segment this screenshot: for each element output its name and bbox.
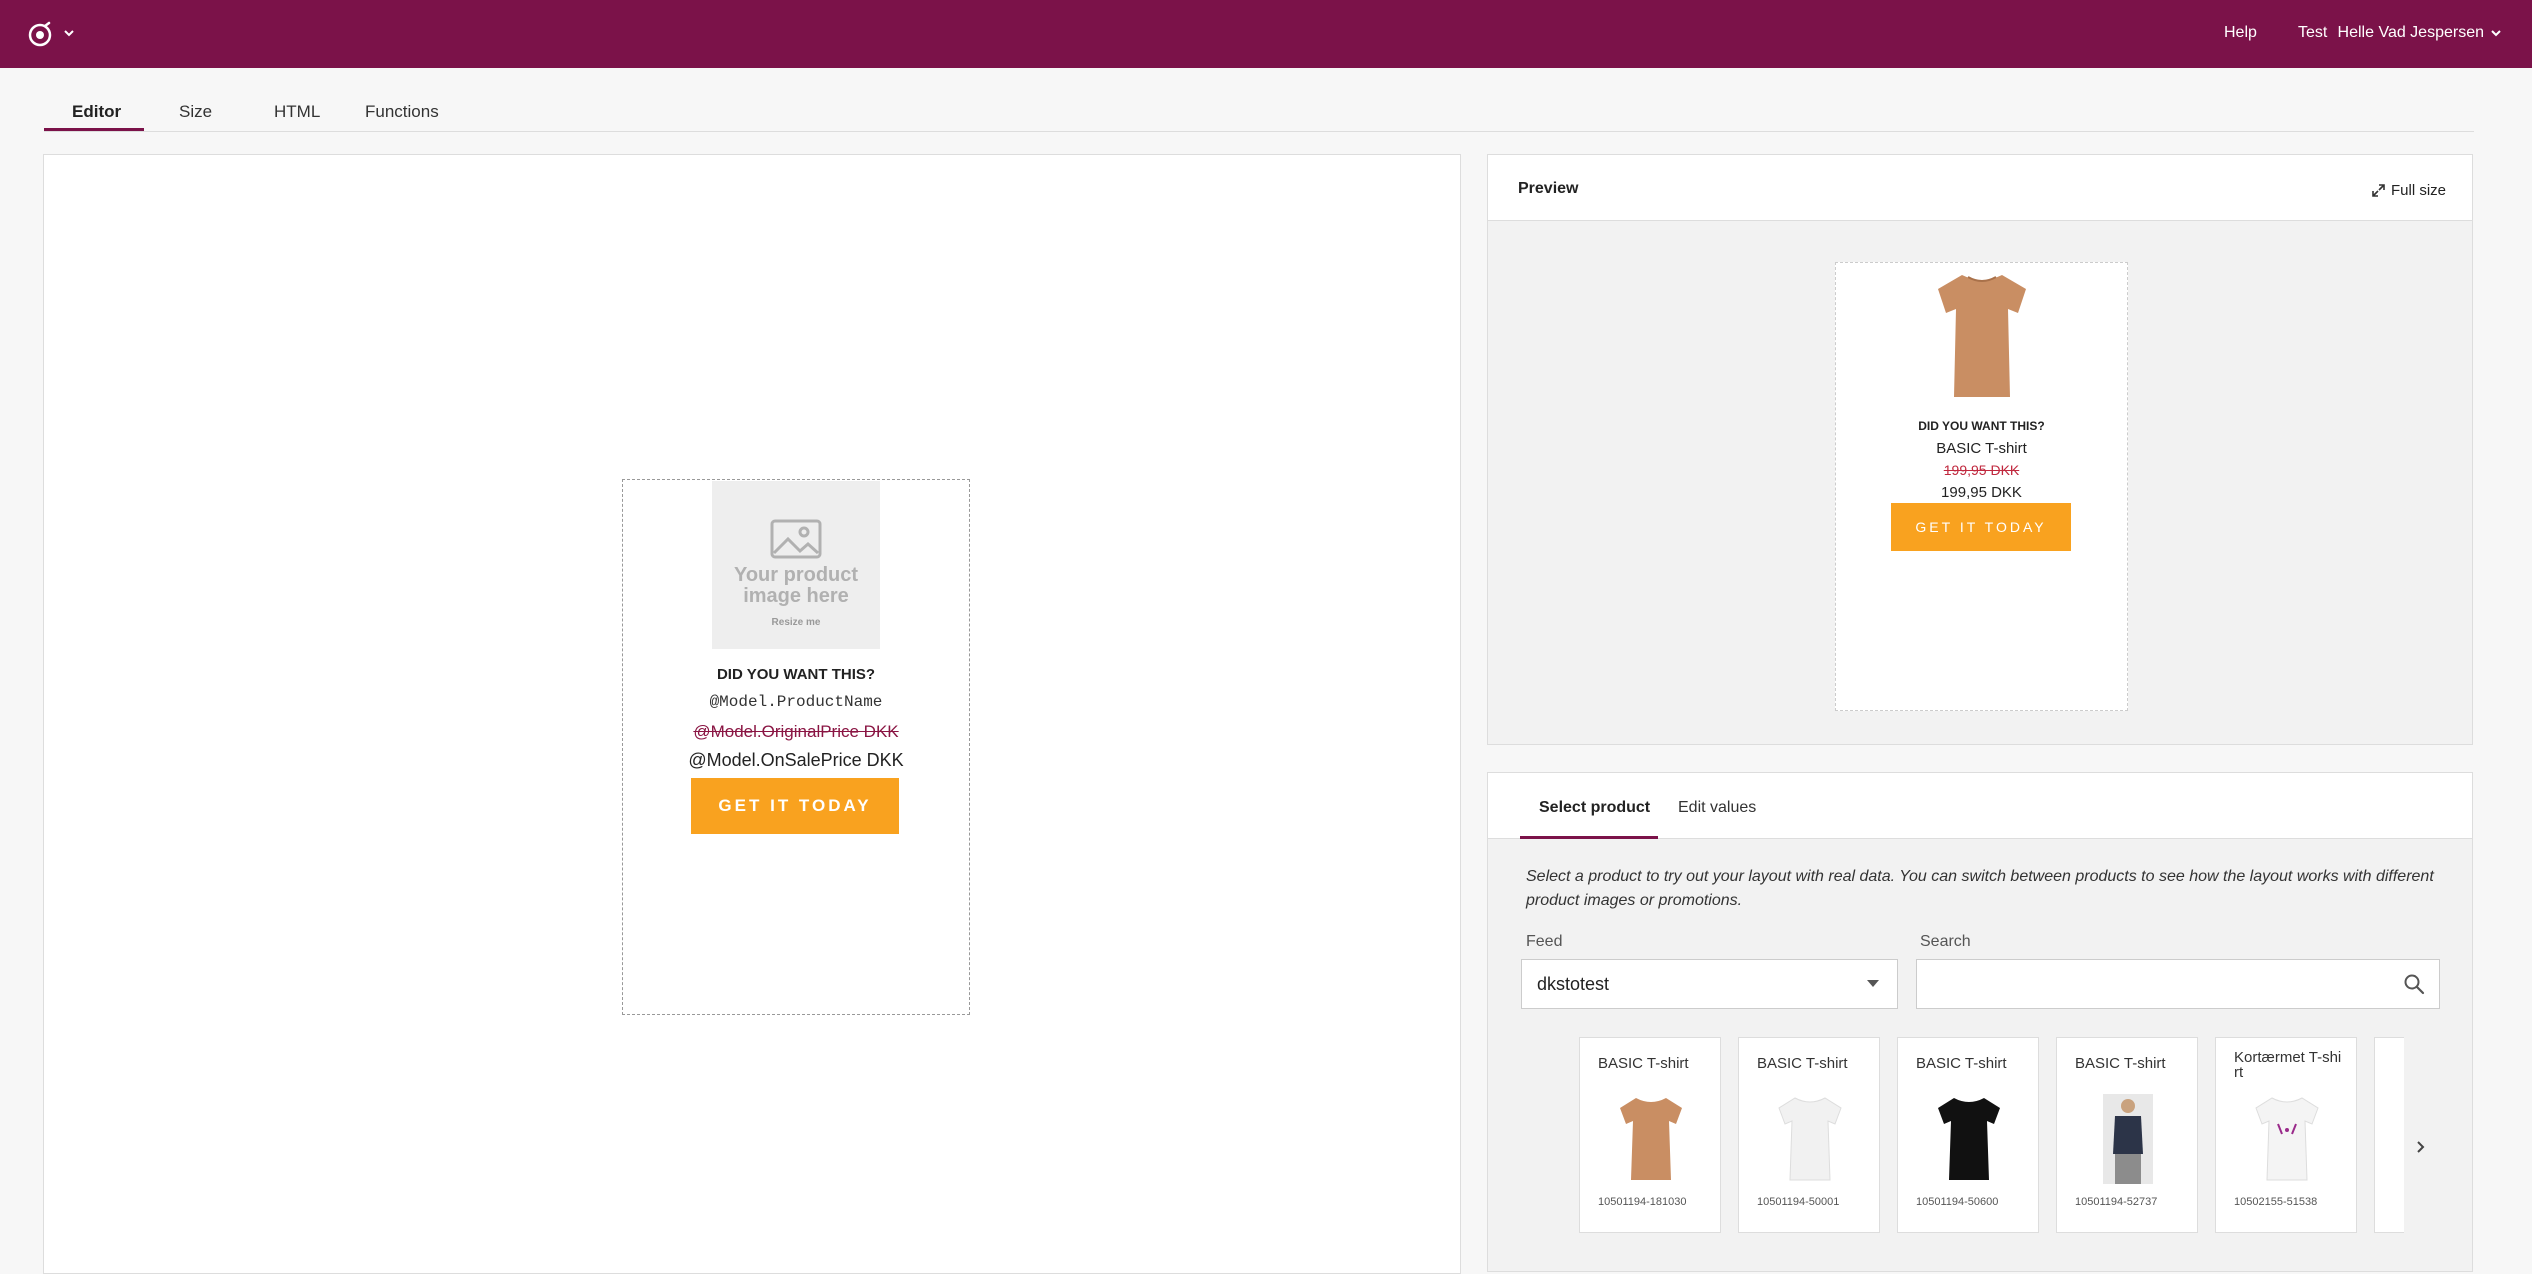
- placeholder-text: Your product image here: [733, 564, 859, 607]
- search-input[interactable]: [1916, 959, 2440, 1009]
- product-card-name: BASIC T-shirt: [1757, 1055, 1848, 1072]
- tab-select-product[interactable]: Select product: [1539, 799, 1650, 817]
- help-link[interactable]: Help: [2224, 24, 2257, 42]
- preview-panel: Preview Full size DID YOU WANT THIS? BAS…: [1487, 154, 2473, 745]
- preview-headline: DID YOU WANT THIS?: [1918, 419, 2045, 433]
- top-bar: Help Test Helle Vad Jespersen: [0, 0, 2532, 68]
- preview-original-price: 199,95 DKK: [1943, 462, 2020, 478]
- preview-header: Preview Full size: [1488, 155, 2472, 221]
- product-card-name: BASIC T-shirt: [1916, 1055, 2007, 1072]
- tab-functions[interactable]: Functions: [365, 102, 439, 122]
- cta-button[interactable]: GET IT TODAY: [691, 778, 899, 834]
- product-card-sku: 10501194-50001: [1757, 1196, 1840, 1208]
- test-link[interactable]: Test: [2298, 24, 2327, 42]
- product-card-sku: 10501194-181030: [1598, 1196, 1687, 1208]
- headline-text[interactable]: DID YOU WANT THIS?: [623, 666, 969, 683]
- product-card-name: BASIC T-shirt: [1598, 1055, 1689, 1072]
- tab-size[interactable]: Size: [179, 102, 212, 122]
- layout-canvas[interactable]: Your product image here Resize me DID YO…: [622, 479, 970, 1015]
- select-description: Select a product to try out your layout …: [1526, 868, 2434, 909]
- active-tab-indicator: [1520, 836, 1658, 839]
- user-menu[interactable]: Helle Vad Jespersen: [2338, 24, 2502, 42]
- feed-value: dkstotest: [1537, 974, 1610, 994]
- product-card-sku: 10502155-51538: [2234, 1196, 2318, 1208]
- preview-card: DID YOU WANT THIS? BASIC T-shirt 199,95 …: [1835, 262, 2128, 711]
- product-name-token[interactable]: @Model.ProductName: [623, 693, 969, 711]
- product-card-sku: 10501194-52737: [2075, 1196, 2158, 1208]
- product-card-name: BASIC T-shirt: [2075, 1055, 2166, 1072]
- tab-html[interactable]: HTML: [274, 102, 320, 122]
- preview-product-name: BASIC T-shirt: [1936, 440, 2027, 457]
- tab-edit-values[interactable]: Edit values: [1678, 799, 1756, 817]
- product-thumbnail: [1938, 1098, 2000, 1180]
- sale-price-token[interactable]: @Model.OnSalePrice DKK: [623, 750, 969, 771]
- product-image: [1938, 275, 2026, 397]
- product-card[interactable]: BASIC T-shirt 10501194-50600: [1897, 1037, 2039, 1233]
- chevron-down-icon: [2491, 30, 2501, 37]
- select-product-panel: Select product Edit values Select a prod…: [1487, 772, 2473, 1272]
- product-card-sku: 10501194-50600: [1916, 1196, 1999, 1208]
- feed-label: Feed: [1526, 933, 1563, 950]
- full-size-button[interactable]: Full size: [2372, 182, 2446, 199]
- product-card[interactable]: BASIC T-shirt 10501194-181030: [1579, 1037, 1721, 1233]
- editor-canvas-panel: Your product image here Resize me DID YO…: [43, 154, 1461, 1274]
- caret-down-icon: [1867, 980, 1879, 987]
- product-card-partial[interactable]: [2374, 1037, 2404, 1233]
- full-size-label: Full size: [2390, 182, 2446, 199]
- product-card-name: Kortærmet T-shirt: [2234, 1049, 2342, 1081]
- resize-hint: Resize me: [771, 617, 821, 628]
- preview-cta-button[interactable]: GET IT TODAY: [1891, 503, 2071, 551]
- image-icon: [770, 519, 822, 559]
- product-thumbnail: [2255, 1097, 2319, 1181]
- product-thumbnail: [1620, 1098, 1682, 1180]
- select-tabs: Select product Edit values: [1488, 773, 2472, 839]
- preview-sale-price: 199,95 DKK: [1941, 484, 2022, 501]
- product-card[interactable]: BASIC T-shirt 10501194-52737: [2056, 1037, 2198, 1233]
- preview-title: Preview: [1518, 180, 1579, 197]
- chevron-down-icon[interactable]: [62, 26, 76, 40]
- chevron-right-icon[interactable]: [2413, 1139, 2429, 1155]
- active-tab-indicator: [44, 128, 144, 131]
- original-price-token[interactable]: @Model.OriginalPrice DKK: [623, 722, 969, 742]
- tab-editor[interactable]: Editor: [72, 102, 121, 122]
- product-card[interactable]: Kortærmet T-shirt 10502155-51538: [2215, 1037, 2357, 1233]
- product-image-placeholder[interactable]: Your product image here Resize me: [712, 481, 880, 649]
- feed-select[interactable]: dkstotest: [1521, 959, 1898, 1009]
- editor-tabs: Editor Size HTML Functions: [44, 94, 2474, 132]
- expand-icon: [2372, 184, 2385, 197]
- user-name: Helle Vad Jespersen: [2337, 24, 2484, 41]
- product-card[interactable]: BASIC T-shirt 10501194-50001: [1738, 1037, 1880, 1233]
- search-icon[interactable]: [2403, 973, 2425, 995]
- product-thumbnail: [2103, 1094, 2153, 1184]
- search-label: Search: [1920, 933, 1971, 950]
- product-thumbnail: [1778, 1097, 1842, 1181]
- app-logo-icon[interactable]: [26, 20, 54, 48]
